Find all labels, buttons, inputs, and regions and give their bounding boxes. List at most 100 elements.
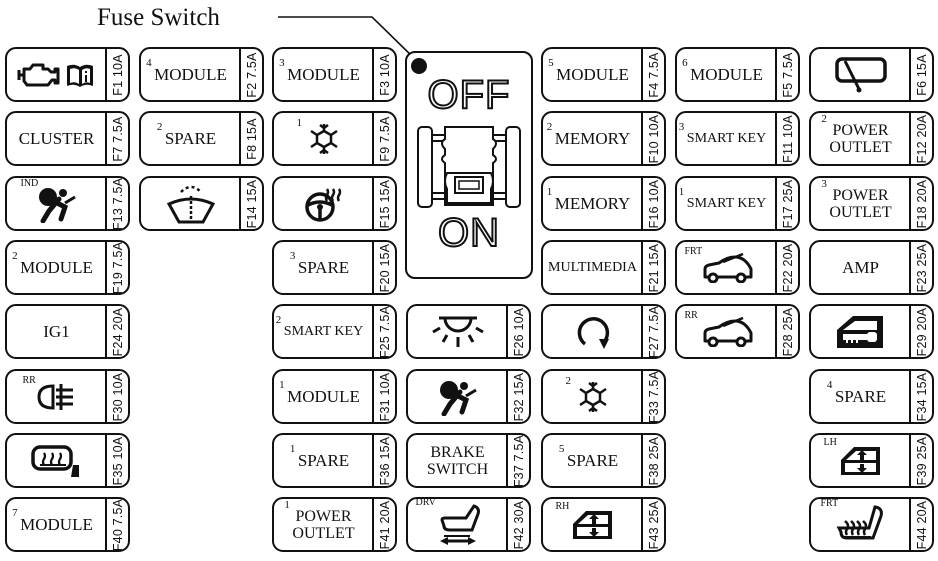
fuse-body: SPARE 3 xyxy=(274,242,373,293)
fuse-f34[interactable]: SPARE 4 F34 15A xyxy=(809,369,934,424)
fuse-f31[interactable]: MODULE 1 F31 10A xyxy=(272,369,397,424)
fuse-rating-strip: F34 15A xyxy=(909,371,932,422)
fuse-body: MULTIMEDIA xyxy=(543,242,642,293)
fuse-f2[interactable]: MODULE 4 F2 7.5A xyxy=(139,47,264,102)
fuse-f3[interactable]: MODULE 3 F3 10A xyxy=(272,47,397,102)
fuse-body: 2 xyxy=(543,371,642,422)
fuse-label: CLUSTER xyxy=(18,129,95,148)
fuse-icon-tag: FRT xyxy=(820,497,839,509)
fuse-label-line: POWER xyxy=(295,507,352,525)
fuse-position-number: 2 xyxy=(565,374,572,387)
indicator-dot xyxy=(411,58,427,74)
fuse-rating: F26 10A xyxy=(511,307,526,356)
fuse-f43[interactable]: RH F43 25A xyxy=(541,497,666,552)
fuse-rating-strip: F10 10A xyxy=(641,113,664,164)
fuse-f36[interactable]: SPARE 1 F36 15A xyxy=(272,433,397,488)
fuse-f30[interactable]: RR F30 10A xyxy=(5,369,130,424)
fuse-f40[interactable]: MODULE 7 F40 7.5A xyxy=(5,497,130,552)
fuse-f38[interactable]: SPARE 5 F38 25A xyxy=(541,433,666,488)
fuse-f35[interactable]: F35 10A xyxy=(5,433,130,488)
fuse-f7[interactable]: CLUSTER F7 7.5A xyxy=(5,111,130,166)
fuse-position-number: 1 xyxy=(296,116,303,129)
fuse-f26[interactable]: F26 10A xyxy=(406,304,531,359)
fuse-body: FRT xyxy=(677,242,776,293)
power-seat-icon: DRV xyxy=(416,499,486,546)
fuse-switch[interactable]: OFF ON xyxy=(405,51,533,279)
fuse-f27[interactable]: F27 7.5A xyxy=(541,304,666,359)
fuse-rating: F43 25A xyxy=(646,500,661,549)
switch-off-label: OFF xyxy=(427,73,511,117)
fuse-f15[interactable]: F15 15A xyxy=(272,176,397,231)
heated-steering-wheel-icon xyxy=(303,185,345,223)
fuse-f24[interactable]: IG1 F24 20A xyxy=(5,304,130,359)
fuse-rating: F22 20A xyxy=(780,243,795,292)
fuse-label: MODULE 3 xyxy=(279,57,360,84)
fuse-rating-strip: F20 15A xyxy=(372,242,395,293)
fuse-rating-strip: F2 7.5A xyxy=(239,49,262,100)
fuse-f11[interactable]: SMART KEY 3 F11 10A xyxy=(675,111,800,166)
airbag-icon xyxy=(436,378,480,416)
fuse-rating: F19 7.5A xyxy=(110,241,125,294)
fuse-body xyxy=(811,49,910,100)
fuse-rating-strip: F1 10A xyxy=(105,49,128,100)
fuse-rating-strip: F21 15A xyxy=(641,242,664,293)
fuse-f12[interactable]: POWER OUTLET 2 F12 20A xyxy=(809,111,934,166)
fuse-rating: F10 10A xyxy=(646,114,661,163)
fuse-rating-strip: F22 20A xyxy=(775,242,798,293)
fuse-position-number: 7 xyxy=(12,507,18,519)
fuse-f13[interactable]: IND F13 7.5A xyxy=(5,176,130,231)
fuse-f6[interactable]: F6 15A xyxy=(809,47,934,102)
fuse-icon-tag: RR xyxy=(684,309,698,321)
fuse-f28[interactable]: RR F28 25A xyxy=(675,304,800,359)
fuse-body xyxy=(7,49,106,100)
fuse-f44[interactable]: FRT F44 20A xyxy=(809,497,934,552)
fuse-label: MODULE 6 xyxy=(682,57,763,84)
fuse-f4[interactable]: MODULE 5 F4 7.5A xyxy=(541,47,666,102)
fuse-body: SPARE 1 xyxy=(274,435,373,486)
fuse-f14[interactable]: F14 15A xyxy=(139,176,264,231)
fuse-body: MODULE 2 xyxy=(7,242,106,293)
fuse-f37[interactable]: BRAKE SWITCH F37 7.5A xyxy=(406,433,531,488)
fuse-rating-strip: F4 7.5A xyxy=(641,49,664,100)
fuse-f19[interactable]: MODULE 2 F19 7.5A xyxy=(5,240,130,295)
sunroof-icon xyxy=(833,55,889,95)
fuse-rating: F25 7.5A xyxy=(377,305,392,358)
fuse-rating-strip: F28 25A xyxy=(775,306,798,357)
fuse-body: RR xyxy=(7,371,106,422)
fuse-f16[interactable]: MEMORY 1 F16 10A xyxy=(541,176,666,231)
fuse-f32[interactable]: F32 15A xyxy=(406,369,531,424)
fuse-rating: F8 15A xyxy=(244,117,259,160)
fuse-f17[interactable]: SMART KEY 1 F17 25A xyxy=(675,176,800,231)
fuse-body: SPARE 4 xyxy=(811,371,910,422)
fuse-f5[interactable]: MODULE 6 F5 7.5A xyxy=(675,47,800,102)
fuse-rating: F36 15A xyxy=(377,436,392,485)
fuse-f23[interactable]: AMP F23 25A xyxy=(809,240,934,295)
heated-mirror-icon xyxy=(30,443,84,479)
fuse-rating-strip: F6 15A xyxy=(909,49,932,100)
fuse-f33[interactable]: 2 F33 7.5A xyxy=(541,369,666,424)
fuse-f18[interactable]: POWER OUTLET 3 F18 20A xyxy=(809,176,934,231)
fuse-body: SMART KEY 2 xyxy=(274,306,373,357)
fuse-f22[interactable]: FRT F22 20A xyxy=(675,240,800,295)
fuse-label: POWER OUTLET 1 xyxy=(284,499,354,542)
fuse-body: BRAKE SWITCH xyxy=(408,435,507,486)
fuse-f20[interactable]: SPARE 3 F20 15A xyxy=(272,240,397,295)
fuse-body: POWER OUTLET 2 xyxy=(811,113,910,164)
fuse-f9[interactable]: 1 F9 7.5A xyxy=(272,111,397,166)
fuse-f25[interactable]: SMART KEY 2 F25 7.5A xyxy=(272,304,397,359)
fuse-rating-strip: F9 7.5A xyxy=(372,113,395,164)
fuse-position-number: 1 xyxy=(289,443,296,455)
fuse-f8[interactable]: SPARE 2 F8 15A xyxy=(139,111,264,166)
fuse-f39[interactable]: LH F39 25A xyxy=(809,433,934,488)
fuse-f42[interactable]: DRV F42 30A xyxy=(406,497,531,552)
fuse-f10[interactable]: MEMORY 2 F10 10A xyxy=(541,111,666,166)
fuse-f29[interactable]: F29 20A xyxy=(809,304,934,359)
fuse-rating: F16 10A xyxy=(646,179,661,228)
wiper-car-icon: FRT xyxy=(685,246,755,283)
fuse-f41[interactable]: POWER OUTLET 1 F41 20A xyxy=(272,497,397,552)
fuse-body xyxy=(408,371,507,422)
fuse-label: SPARE 4 xyxy=(826,379,887,406)
fuse-f1[interactable]: F1 10A xyxy=(5,47,130,102)
fuse-body: POWER OUTLET 1 xyxy=(274,499,373,550)
fuse-f21[interactable]: MULTIMEDIA F21 15A xyxy=(541,240,666,295)
